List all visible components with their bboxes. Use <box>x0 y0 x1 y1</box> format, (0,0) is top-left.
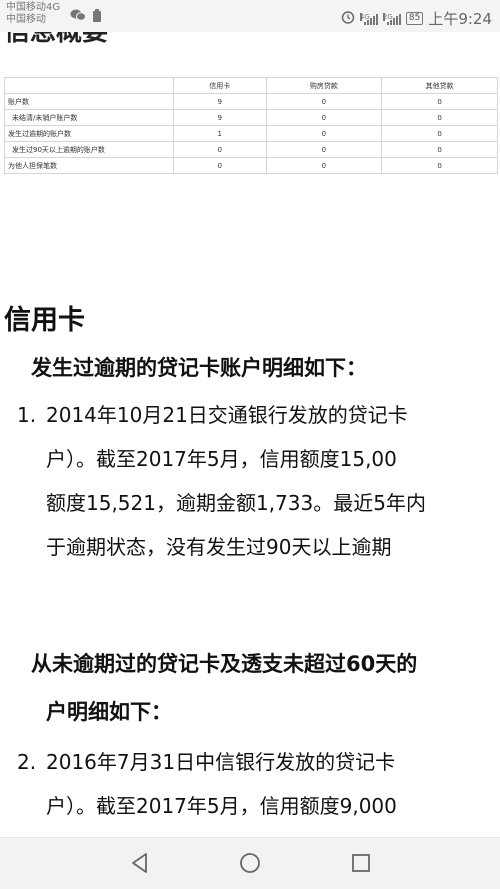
carrier-secondary: 中国移动 <box>6 14 46 25</box>
item-line: 1. 2014年10月21日交通银行发放的贷记卡 <box>17 393 500 437</box>
list-item: 2. 2016年7月31日中信银行发放的贷记卡 户）。截至2017年5月，信用额度… <box>17 740 500 828</box>
table-header: 信用卡 <box>173 77 267 94</box>
row-label: 账户数 <box>4 93 174 110</box>
table-row: 账户数 9 0 0 <box>4 93 498 110</box>
cell-value: 0 <box>265 109 383 126</box>
cell-value: 0 <box>381 109 498 126</box>
recent-apps-icon[interactable] <box>349 851 373 875</box>
home-icon[interactable] <box>238 851 262 875</box>
list-item: 1. 2014年10月21日交通银行发放的贷记卡 户）。截至2017年5月，信用额… <box>17 393 500 569</box>
item-number: 1. <box>17 403 37 427</box>
item-line: 2. 2016年7月31日中信银行发放的贷记卡 <box>17 740 500 784</box>
item-line: 额度15,521，逾期金额1,733。最近5年内 <box>46 491 426 515</box>
item-line: 户）。截至2017年5月，信用额度9,000 <box>46 794 397 818</box>
table-row: 发生过90天以上逾期的账户数 0 0 0 <box>4 141 498 158</box>
cell-value: 9 <box>173 93 267 110</box>
clock: 上午9:24 <box>428 10 492 28</box>
cell-value: 0 <box>381 157 498 174</box>
table-header: 其他贷款 <box>381 77 498 94</box>
cell-value: 0 <box>265 157 383 174</box>
item-line: 于逾期状态，没有发生过90天以上逾期 <box>46 535 392 559</box>
row-label: 发生过逾期的账户数 <box>4 125 174 142</box>
cell-value: 0 <box>265 141 383 158</box>
navigation-bar <box>0 837 500 889</box>
cell-value: 0 <box>265 93 383 110</box>
cell-value: 0 <box>173 141 267 158</box>
item-number: 2. <box>17 750 37 774</box>
never-overdue-heading-cont: 户明细如下： <box>46 700 172 724</box>
summary-table: 信用卡 购房贷款 其他贷款 账户数 9 0 0 未结清/未销户账户数 9 0 0… <box>4 77 498 174</box>
cell-value: 0 <box>173 157 267 174</box>
battery-indicator: 85 <box>405 12 424 25</box>
notification-icon <box>92 9 102 26</box>
cell-value: 0 <box>381 141 498 158</box>
status-bar: 中国移动4G 中国移动 4G 2G 85 上午9:24 <box>0 0 500 32</box>
cell-value: 9 <box>173 109 267 126</box>
table-row: 发生过逾期的账户数 1 0 0 <box>4 125 498 142</box>
signal-icon-sim1: 4G <box>359 12 378 25</box>
cell-value: 0 <box>381 93 498 110</box>
item-line: 户）。截至2017年5月，信用额度15,00 <box>46 447 397 471</box>
never-overdue-heading: 从未逾期过的贷记卡及透支未超过60天的 <box>31 652 418 676</box>
wechat-icon <box>70 9 86 24</box>
row-label: 为他人担保笔数 <box>4 157 174 174</box>
table-row: 未结清/未销户账户数 9 0 0 <box>4 109 498 126</box>
row-label: 未结清/未销户账户数 <box>4 109 174 126</box>
carrier-info: 中国移动4G 中国移动 <box>6 2 60 26</box>
signal-icon-sim2: 2G <box>382 12 401 25</box>
overdue-accounts-heading: 发生过逾期的贷记卡账户明细如下： <box>31 356 367 380</box>
carrier-primary: 中国移动4G <box>6 2 61 13</box>
table-header-row: 信用卡 购房贷款 其他贷款 <box>4 77 498 94</box>
table-row: 为他人担保笔数 0 0 0 <box>4 157 498 174</box>
table-header <box>4 77 174 94</box>
cell-value: 0 <box>381 125 498 142</box>
section-title-credit-card: 信用卡 <box>4 305 85 336</box>
cell-value: 1 <box>173 125 267 142</box>
alarm-icon <box>341 10 355 27</box>
back-icon[interactable] <box>128 851 152 875</box>
cell-value: 0 <box>265 125 383 142</box>
status-right-icons: 4G 2G 85 上午9:24 <box>341 8 492 29</box>
table-header: 购房贷款 <box>265 77 383 94</box>
row-label: 发生过90天以上逾期的账户数 <box>4 141 174 158</box>
